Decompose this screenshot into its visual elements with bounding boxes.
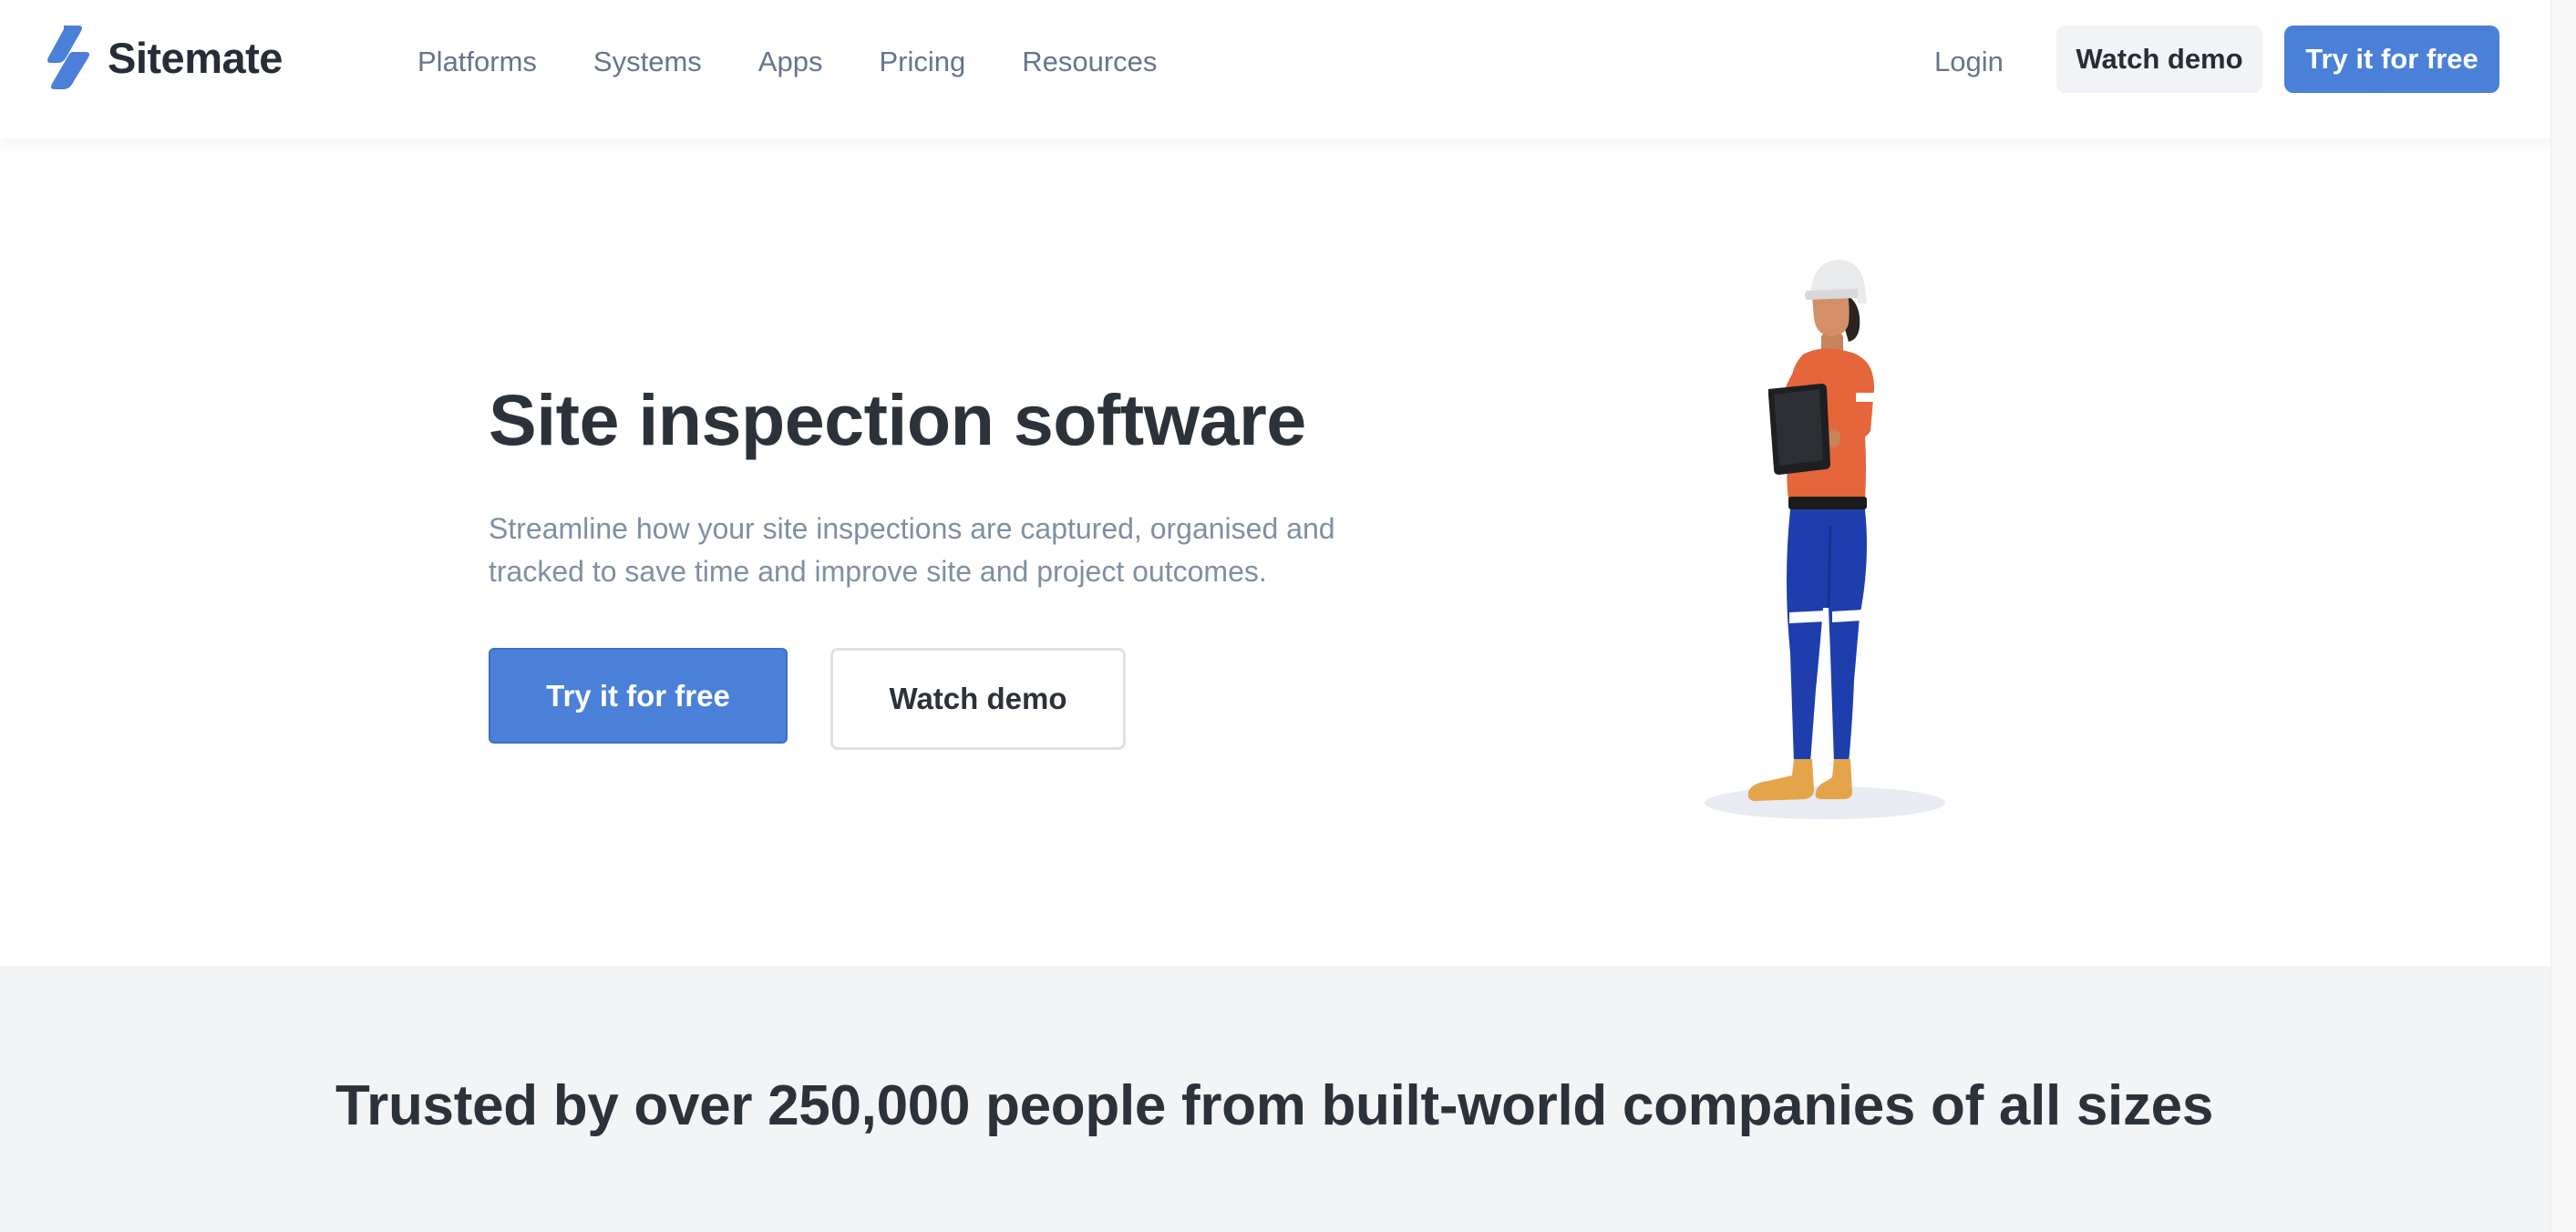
- nav-item-pricing[interactable]: Pricing: [879, 46, 965, 78]
- brand-name: Sitemate: [108, 33, 283, 82]
- construction-worker-illustration: [1705, 260, 1945, 819]
- page-scrollbar[interactable]: [2550, 0, 2576, 1232]
- header-watch-demo-button[interactable]: Watch demo: [2056, 26, 2262, 93]
- nav-item-systems[interactable]: Systems: [593, 46, 702, 78]
- main-nav: Platforms Systems Apps Pricing Resources: [417, 40, 1157, 84]
- page: Sitemate Platforms Systems Apps Pricing …: [0, 0, 2576, 1232]
- sitemate-logo-icon: [47, 26, 89, 89]
- nav-item-resources[interactable]: Resources: [1022, 46, 1157, 78]
- nav-item-platforms[interactable]: Platforms: [417, 46, 537, 78]
- trusted-title: Trusted by over 250,000 people from buil…: [335, 1074, 2214, 1137]
- login-link[interactable]: Login: [1934, 40, 2004, 84]
- hero-try-free-button[interactable]: Try it for free: [489, 648, 788, 744]
- header-try-free-button[interactable]: Try it for free: [2284, 26, 2499, 93]
- nav-item-apps[interactable]: Apps: [758, 46, 823, 78]
- hero-title: Site inspection software: [489, 379, 1306, 460]
- trusted-section: Trusted by over 250,000 people from buil…: [0, 966, 2576, 1232]
- site-header: Sitemate Platforms Systems Apps Pricing …: [0, 0, 2576, 139]
- hero-section: Site inspection software Streamline how …: [0, 139, 2576, 966]
- hero-subtitle: Streamline how your site inspections are…: [489, 512, 1335, 588]
- hero-watch-demo-button[interactable]: Watch demo: [830, 648, 1126, 750]
- sitemate-logo-link[interactable]: Sitemate: [46, 26, 283, 89]
